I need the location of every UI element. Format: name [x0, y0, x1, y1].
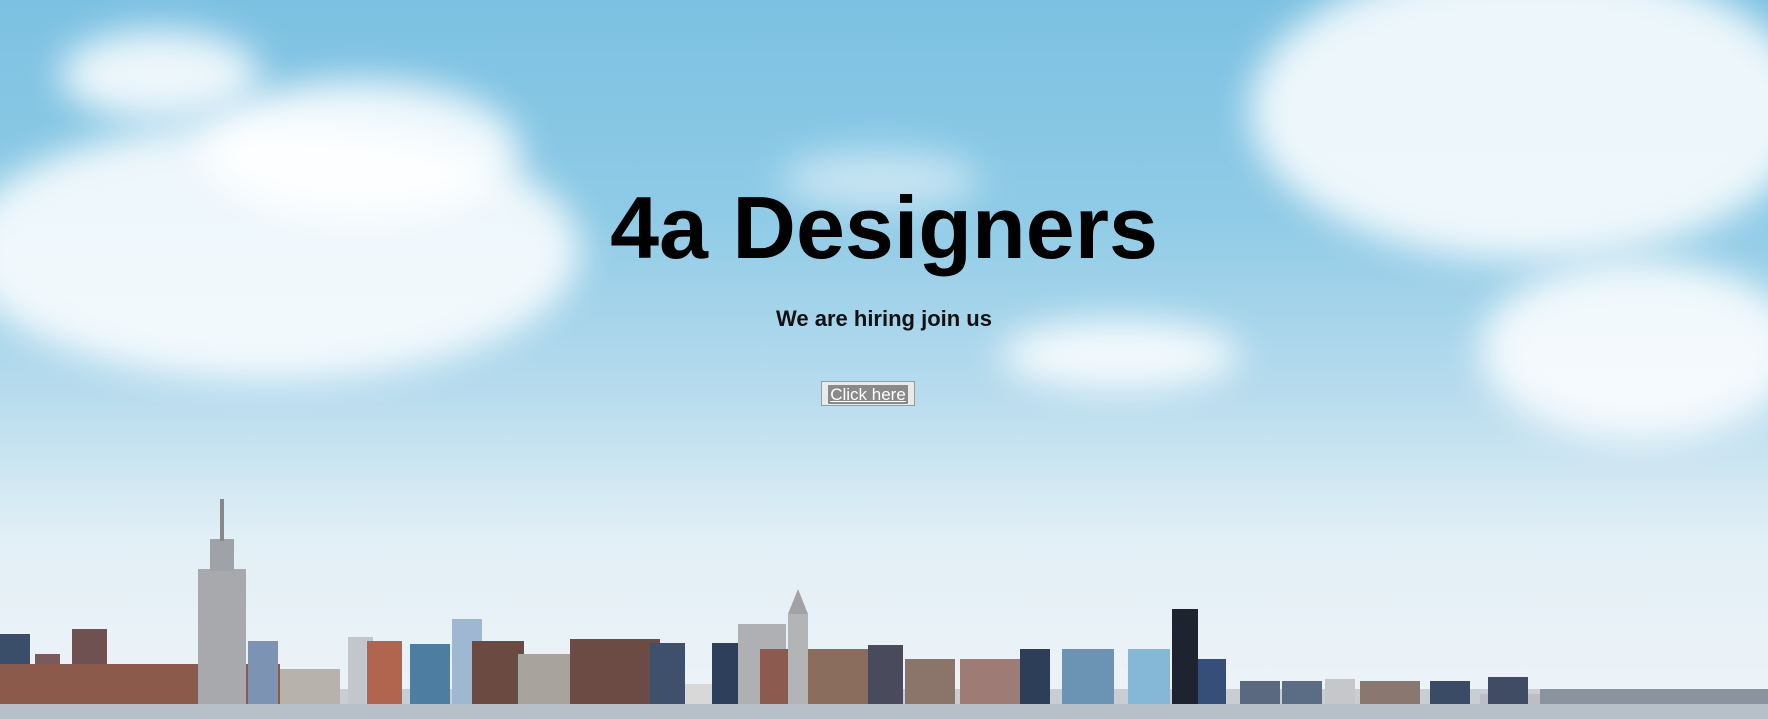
hero-title: 4a Designers	[610, 178, 1158, 277]
city-skyline	[0, 499, 1768, 719]
hero-subtitle: We are hiring join us	[776, 306, 992, 331]
click-here-button[interactable]: Click here	[821, 381, 915, 406]
click-here-link[interactable]: Click here	[828, 385, 908, 404]
hero-background-image	[0, 0, 1768, 719]
